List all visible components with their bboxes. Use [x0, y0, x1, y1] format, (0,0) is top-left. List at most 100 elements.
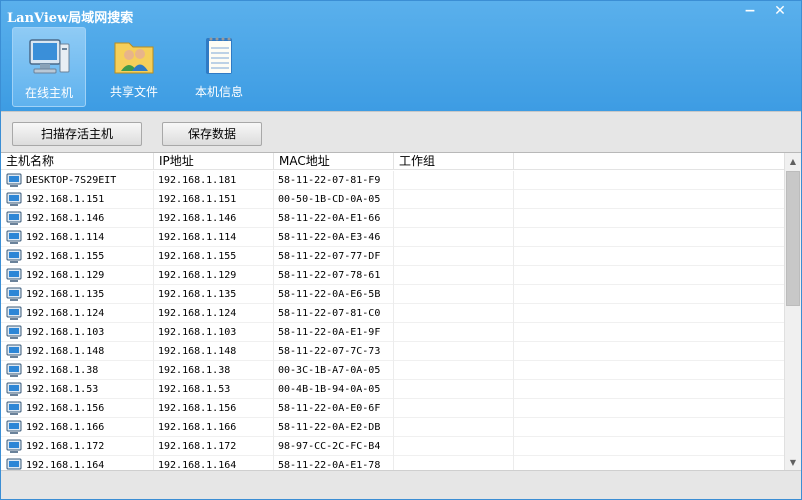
table-cell: 192.168.1.124: [154, 304, 274, 323]
shared-users-icon: [114, 42, 154, 74]
table-cell: 192.168.1.129: [1, 266, 154, 285]
notepad-icon: [206, 37, 232, 74]
table-row[interactable]: 192.168.1.148 192.168.1.148 58-11-22-07-7C…: [1, 342, 784, 361]
table-cell: 192.168.1.181: [154, 171, 274, 190]
column-header-mac[interactable]: MAC地址: [274, 153, 394, 170]
nav-local-info[interactable]: 本机信息: [182, 27, 256, 107]
table-cell: 192.168.1.103: [154, 323, 274, 342]
list-header: 主机名称 IP地址 MAC地址 工作组: [1, 153, 784, 170]
table-cell: 58-11-22-0A-E1-66: [274, 209, 394, 228]
table-cell: 58-11-22-07-77-DF: [274, 247, 394, 266]
table-cell: 192.168.1.166: [154, 418, 274, 437]
table-cell: 192.168.1.53: [154, 380, 274, 399]
table-cell: 192.168.1.156: [154, 399, 274, 418]
table-cell: [394, 171, 514, 190]
table-row[interactable]: DESKTOP-7S29EIT 192.168.1.181 58-11-22-07-…: [1, 171, 784, 190]
table-row[interactable]: 192.168.1.151 192.168.1.151 00-50-1B-CD-0A…: [1, 190, 784, 209]
table-cell: [394, 437, 514, 456]
table-cell: 00-3C-1B-A7-0A-05: [274, 361, 394, 380]
host-list[interactable]: 主机名称 IP地址 MAC地址 工作组 DESKTOP-7S29EIT 192.1…: [1, 152, 801, 470]
table-cell: 192.168.1.172: [154, 437, 274, 456]
table-cell: 192.168.1.172: [1, 437, 154, 456]
table-cell: 192.168.1.53: [1, 380, 154, 399]
table-cell: 58-11-22-0A-E1-78: [274, 456, 394, 470]
status-bar: [1, 470, 801, 499]
table-cell: [394, 399, 514, 418]
table-cell: 192.168.1.148: [154, 342, 274, 361]
computer-icon: [29, 39, 70, 74]
table-cell: 192.168.1.151: [1, 190, 154, 209]
table-cell: 192.168.1.151: [154, 190, 274, 209]
table-cell: [394, 380, 514, 399]
minimize-button[interactable]: −: [735, 1, 765, 23]
table-cell: 58-11-22-0A-E2-DB: [274, 418, 394, 437]
table-cell: 192.168.1.164: [154, 456, 274, 470]
table-cell: 00-50-1B-CD-0A-05: [274, 190, 394, 209]
table-row[interactable]: 192.168.1.38 192.168.1.38 00-3C-1B-A7-0A-0…: [1, 361, 784, 380]
table-cell: 192.168.1.38: [1, 361, 154, 380]
table-cell: 192.168.1.148: [1, 342, 154, 361]
table-cell: 192.168.1.146: [1, 209, 154, 228]
table-row[interactable]: 192.168.1.172 192.168.1.172 98-97-CC-2C-FC…: [1, 437, 784, 456]
column-header-workgroup[interactable]: 工作组: [394, 153, 514, 170]
close-button[interactable]: ✕: [765, 1, 795, 23]
table-cell: 58-11-22-0A-E6-5B: [274, 285, 394, 304]
table-row[interactable]: 192.168.1.156 192.168.1.156 58-11-22-0A-E0…: [1, 399, 784, 418]
table-cell: 192.168.1.156: [1, 399, 154, 418]
table-cell: [394, 209, 514, 228]
table-cell: [394, 418, 514, 437]
table-cell: 192.168.1.38: [154, 361, 274, 380]
scan-hosts-button[interactable]: 扫描存活主机: [12, 122, 142, 146]
column-header-ip[interactable]: IP地址: [154, 153, 274, 170]
nav-online-hosts[interactable]: 在线主机: [12, 27, 86, 107]
table-cell: 58-11-22-0A-E1-9F: [274, 323, 394, 342]
table-cell: 98-97-CC-2C-FC-B4: [274, 437, 394, 456]
column-header-hostname[interactable]: 主机名称: [1, 153, 154, 170]
nav-label: 本机信息: [194, 85, 243, 99]
table-cell: 58-11-22-07-7C-73: [274, 342, 394, 361]
table-cell: [394, 456, 514, 470]
table-row[interactable]: 192.168.1.155 192.168.1.155 58-11-22-07-77…: [1, 247, 784, 266]
window-title: LanView局域网搜索: [7, 11, 134, 26]
vertical-scrollbar[interactable]: ▲ ▼: [784, 153, 801, 470]
table-cell: 192.168.1.155: [1, 247, 154, 266]
table-row[interactable]: 192.168.1.124 192.168.1.124 58-11-22-07-81…: [1, 304, 784, 323]
table-row[interactable]: 192.168.1.129 192.168.1.129 58-11-22-07-78…: [1, 266, 784, 285]
title-bar: LanView局域网搜索 − ✕ 在线主机 共享文件 本机信息: [1, 1, 801, 111]
table-row[interactable]: 192.168.1.103 192.168.1.103 58-11-22-0A-E1…: [1, 323, 784, 342]
table-cell: [394, 342, 514, 361]
table-cell: 192.168.1.146: [154, 209, 274, 228]
nav-shared-files[interactable]: 共享文件: [97, 27, 171, 107]
table-cell: 192.168.1.129: [154, 266, 274, 285]
scrollbar-thumb[interactable]: [786, 171, 800, 306]
table-row[interactable]: 192.168.1.146 192.168.1.146 58-11-22-0A-E1…: [1, 209, 784, 228]
table-cell: 192.168.1.114: [1, 228, 154, 247]
toolbar: 扫描存活主机 保存数据: [1, 111, 801, 151]
list-rows: DESKTOP-7S29EIT 192.168.1.181 58-11-22-07-…: [1, 171, 784, 470]
table-cell: DESKTOP-7S29EIT: [1, 171, 154, 190]
table-cell: 58-11-22-07-81-C0: [274, 304, 394, 323]
table-cell: 192.168.1.164: [1, 456, 154, 470]
table-cell: 192.168.1.166: [1, 418, 154, 437]
table-row[interactable]: 192.168.1.166 192.168.1.166 58-11-22-0A-E2…: [1, 418, 784, 437]
table-cell: 192.168.1.135: [154, 285, 274, 304]
save-data-button[interactable]: 保存数据: [162, 122, 262, 146]
table-cell: [394, 285, 514, 304]
table-cell: [394, 361, 514, 380]
nav-label: 在线主机: [24, 86, 73, 100]
scroll-down-arrow-icon[interactable]: ▼: [785, 454, 801, 470]
scroll-up-arrow-icon[interactable]: ▲: [785, 153, 801, 170]
table-cell: [394, 190, 514, 209]
table-row[interactable]: 192.168.1.135 192.168.1.135 58-11-22-0A-E6…: [1, 285, 784, 304]
table-row[interactable]: 192.168.1.114 192.168.1.114 58-11-22-0A-E3…: [1, 228, 784, 247]
table-cell: [394, 323, 514, 342]
nav-label: 共享文件: [109, 85, 158, 99]
table-cell: 192.168.1.103: [1, 323, 154, 342]
table-cell: [394, 247, 514, 266]
table-cell: 192.168.1.135: [1, 285, 154, 304]
table-cell: 58-11-22-0A-E3-46: [274, 228, 394, 247]
table-cell: 58-11-22-07-81-F9: [274, 171, 394, 190]
table-row[interactable]: 192.168.1.53 192.168.1.53 00-4B-1B-94-0A-0…: [1, 380, 784, 399]
table-cell: 58-11-22-0A-E0-6F: [274, 399, 394, 418]
table-row[interactable]: 192.168.1.164 192.168.1.164 58-11-22-0A-E1…: [1, 456, 784, 470]
